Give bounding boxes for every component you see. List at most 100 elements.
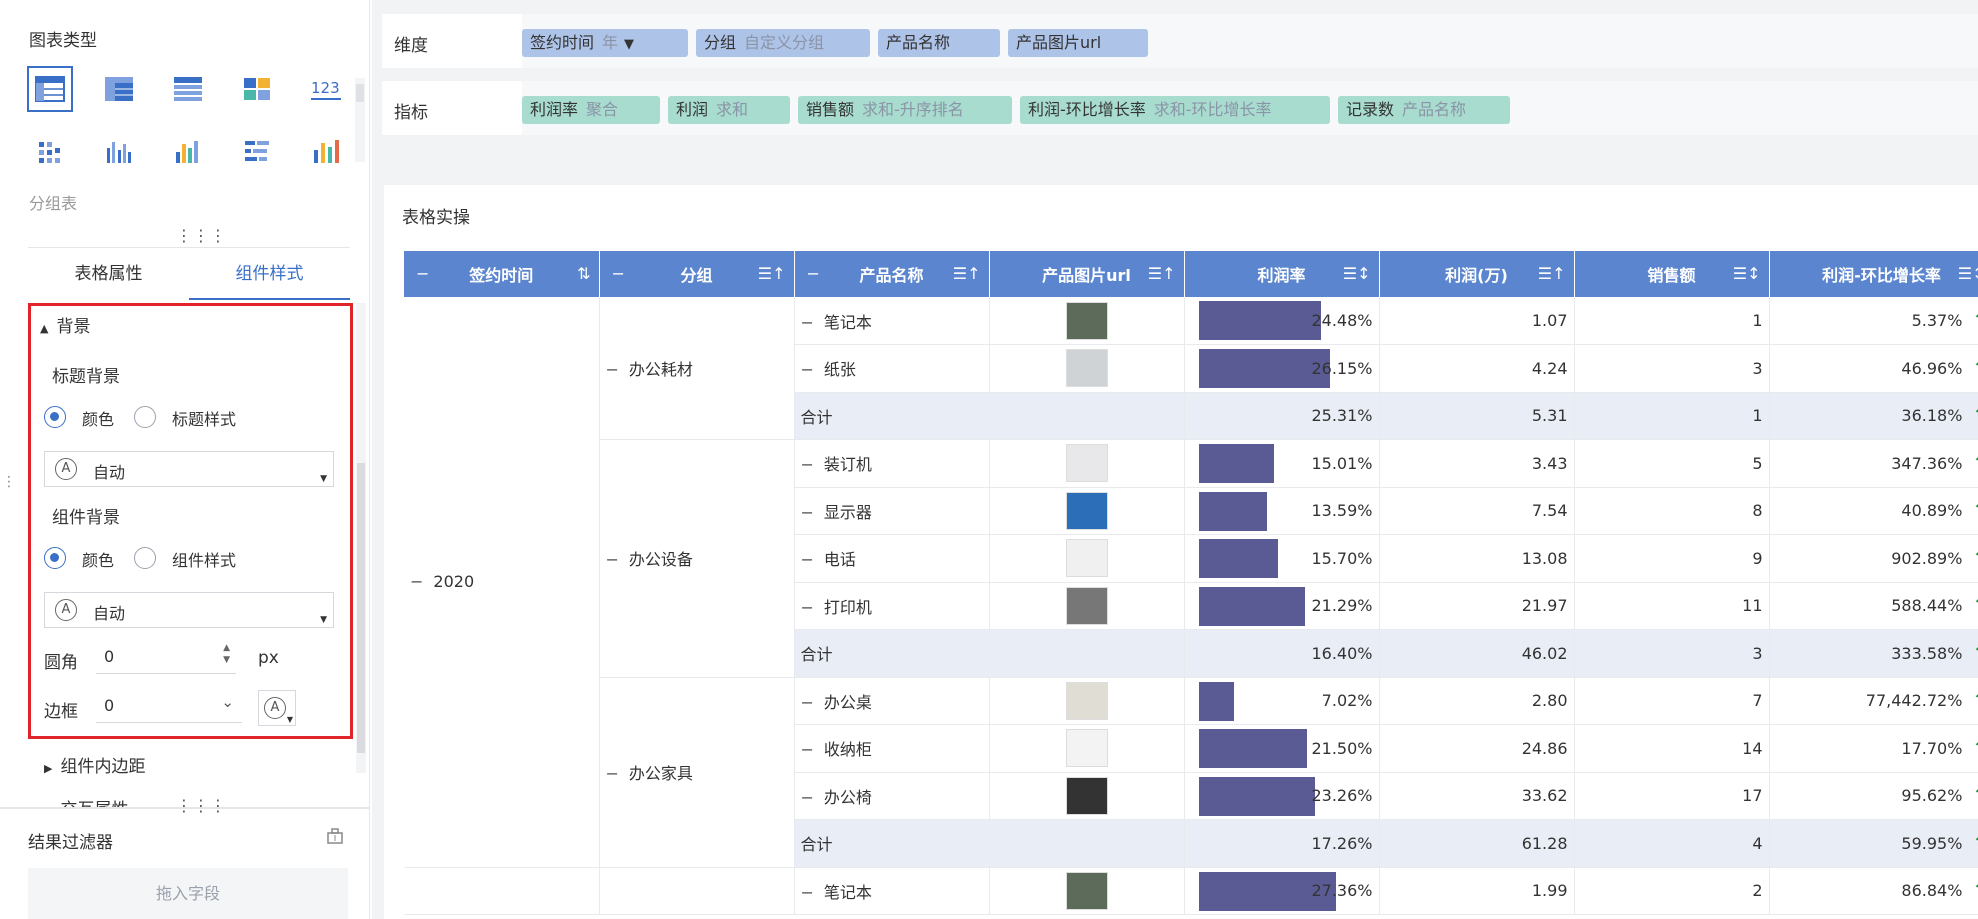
- collapse-icon[interactable]: −: [612, 264, 625, 283]
- auto-color-icon: A: [55, 458, 77, 480]
- collapse-icon[interactable]: −: [801, 788, 814, 807]
- measure-pill-record-count[interactable]: 记录数 产品名称: [1338, 96, 1510, 124]
- measure-pill-profit[interactable]: 利润 求和: [668, 96, 790, 124]
- product-cell[interactable]: − 电话: [794, 534, 990, 583]
- product-cell[interactable]: − 打印机: [794, 582, 990, 630]
- header-product-name[interactable]: − 产品名称 ☰↑: [794, 251, 990, 297]
- group-cell[interactable]: − 办公设备: [599, 439, 795, 678]
- collapse-icon[interactable]: −: [416, 264, 429, 283]
- product-cell[interactable]: − 纸张: [794, 344, 990, 393]
- product-cell[interactable]: − 办公桌: [794, 677, 990, 725]
- resize-handle[interactable]: ⋮⋮⋮: [176, 226, 227, 245]
- dimension-pill-group[interactable]: 分组 自定义分组: [696, 29, 870, 57]
- group-cell[interactable]: [599, 867, 795, 915]
- collapse-icon[interactable]: −: [801, 598, 814, 617]
- profit-cell: 24.86: [1379, 724, 1575, 773]
- widget-bg-label: 组件背景: [52, 508, 120, 528]
- widget-bg-color-radio[interactable]: [44, 547, 66, 569]
- dot-grid-chart-icon[interactable]: [27, 128, 73, 174]
- collapse-icon[interactable]: −: [410, 572, 423, 591]
- title-bg-color-label: 颜色: [82, 410, 115, 429]
- drop-field-area[interactable]: 拖入字段: [28, 868, 348, 919]
- panel-drag-handle-icon[interactable]: ⋮: [2, 474, 16, 490]
- card-chart-icon[interactable]: [234, 66, 280, 112]
- title-bg-color-select[interactable]: A 自动 ▼: [44, 451, 334, 487]
- padding-section-header[interactable]: ▶ 组件内边距: [44, 752, 145, 777]
- product-thumbnail: [1065, 349, 1108, 388]
- product-cell[interactable]: − 笔记本: [794, 867, 990, 915]
- sort-icon[interactable]: ☰↑: [1538, 264, 1566, 283]
- cross-table-icon[interactable]: [96, 66, 142, 112]
- dimension-pill-product-name[interactable]: 产品名称: [878, 29, 1000, 57]
- product-cell[interactable]: − 笔记本: [794, 297, 990, 345]
- collapse-icon[interactable]: −: [801, 455, 814, 474]
- measure-drop-zone[interactable]: 利润率 聚合 利润 求和 销售额 求和-升序排名 利润-环比增长率 求和-环比增长率 记…: [522, 81, 1978, 135]
- measure-pill-profit-growth[interactable]: 利润-环比增长率 求和-环比增长率: [1020, 96, 1330, 124]
- filter-icon[interactable]: ▼: [624, 37, 634, 52]
- radius-input[interactable]: 0 ▲ ▼: [96, 640, 236, 674]
- title-bg-color-radio[interactable]: [44, 406, 66, 428]
- sort-icon[interactable]: ☰↑: [953, 264, 981, 283]
- product-cell[interactable]: − 办公椅: [794, 772, 990, 820]
- stepper-arrows-icon[interactable]: ▲ ▼: [223, 642, 230, 666]
- multi-bar-chart-icon[interactable]: [165, 128, 211, 174]
- resize-handle[interactable]: ⋮⋮⋮: [176, 796, 227, 815]
- dimension-drop-zone[interactable]: 签约时间年 ▼ 分组 自定义分组 产品名称 产品图片url: [522, 14, 1978, 68]
- collapse-icon[interactable]: −: [606, 360, 619, 379]
- collapse-icon[interactable]: −: [606, 764, 619, 783]
- sort-icon[interactable]: ☰↕: [1733, 264, 1761, 283]
- border-width-select[interactable]: 0 ⌄: [96, 689, 242, 723]
- settings-scrollbar[interactable]: [356, 303, 366, 773]
- detail-table-icon[interactable]: [165, 66, 211, 112]
- subtotal-label: 合计: [794, 819, 1185, 868]
- measure-pill-sales[interactable]: 销售额 求和-升序排名: [798, 96, 1012, 124]
- measure-pill-profit-rate[interactable]: 利润率 聚合: [522, 96, 660, 124]
- sort-icon[interactable]: ☰↑: [758, 264, 786, 283]
- property-tabs: 表格属性 组件样式: [28, 247, 350, 300]
- collapse-icon[interactable]: −: [801, 503, 814, 522]
- product-cell[interactable]: − 收纳柜: [794, 724, 990, 773]
- collapse-icon[interactable]: −: [801, 693, 814, 712]
- stacked-bar-chart-icon[interactable]: [303, 128, 349, 174]
- dimension-pill-sign-time[interactable]: 签约时间年 ▼: [522, 29, 688, 57]
- collapse-icon[interactable]: −: [801, 550, 814, 569]
- widget-bg-color-select[interactable]: A 自动 ▼: [44, 592, 334, 628]
- tab-table-properties[interactable]: 表格属性: [28, 248, 189, 300]
- arrow-up-icon: ↑: [1972, 548, 1978, 569]
- kpi-number-icon[interactable]: 123: [303, 66, 349, 112]
- header-sign-time[interactable]: − 签约时间 ⇅: [404, 251, 600, 297]
- background-section-header[interactable]: ▲ 背景: [40, 312, 90, 337]
- collapse-icon[interactable]: −: [801, 360, 814, 379]
- filter-settings-icon[interactable]: [325, 826, 345, 850]
- product-image-cell: [989, 439, 1185, 488]
- year-cell[interactable]: −2020: [404, 297, 600, 868]
- grouped-table-icon[interactable]: [27, 66, 73, 112]
- group-cell[interactable]: − 办公耗材: [599, 297, 795, 440]
- sort-icon[interactable]: ⇅: [577, 264, 590, 283]
- header-sales[interactable]: 销售额 ☰↕: [1574, 251, 1770, 297]
- header-profit-growth[interactable]: 利润-环比增长率☰↕: [1769, 251, 1978, 297]
- dimension-pill-product-image-url[interactable]: 产品图片url: [1008, 29, 1148, 57]
- horizontal-bar-chart-icon[interactable]: [234, 128, 280, 174]
- border-color-picker[interactable]: A ▼: [258, 690, 296, 726]
- title-bg-style-radio[interactable]: [134, 406, 156, 428]
- collapse-icon[interactable]: −: [801, 740, 814, 759]
- header-profit[interactable]: 利润(万) ☰↑: [1379, 251, 1575, 297]
- product-cell[interactable]: − 显示器: [794, 487, 990, 535]
- group-cell[interactable]: − 办公家具: [599, 677, 795, 868]
- product-cell[interactable]: − 装订机: [794, 439, 990, 488]
- grouped-bar-chart-icon[interactable]: [96, 128, 142, 174]
- collapse-icon[interactable]: −: [606, 550, 619, 569]
- header-group[interactable]: − 分组 ☰↑: [599, 251, 795, 297]
- sort-icon[interactable]: ☰↑: [1148, 264, 1176, 283]
- collapse-icon[interactable]: −: [801, 883, 814, 902]
- chart-type-scrollbar[interactable]: [355, 78, 365, 162]
- collapse-icon[interactable]: −: [807, 264, 820, 283]
- tab-widget-style[interactable]: 组件样式: [189, 248, 350, 300]
- sort-icon[interactable]: ☰↕: [1958, 264, 1978, 283]
- collapse-icon[interactable]: −: [801, 313, 814, 332]
- header-product-image-url[interactable]: 产品图片url ☰↑: [989, 251, 1185, 297]
- header-profit-rate[interactable]: 利润率 ☰↕: [1184, 251, 1380, 297]
- sort-icon[interactable]: ☰↕: [1343, 264, 1371, 283]
- widget-bg-style-radio[interactable]: [134, 547, 156, 569]
